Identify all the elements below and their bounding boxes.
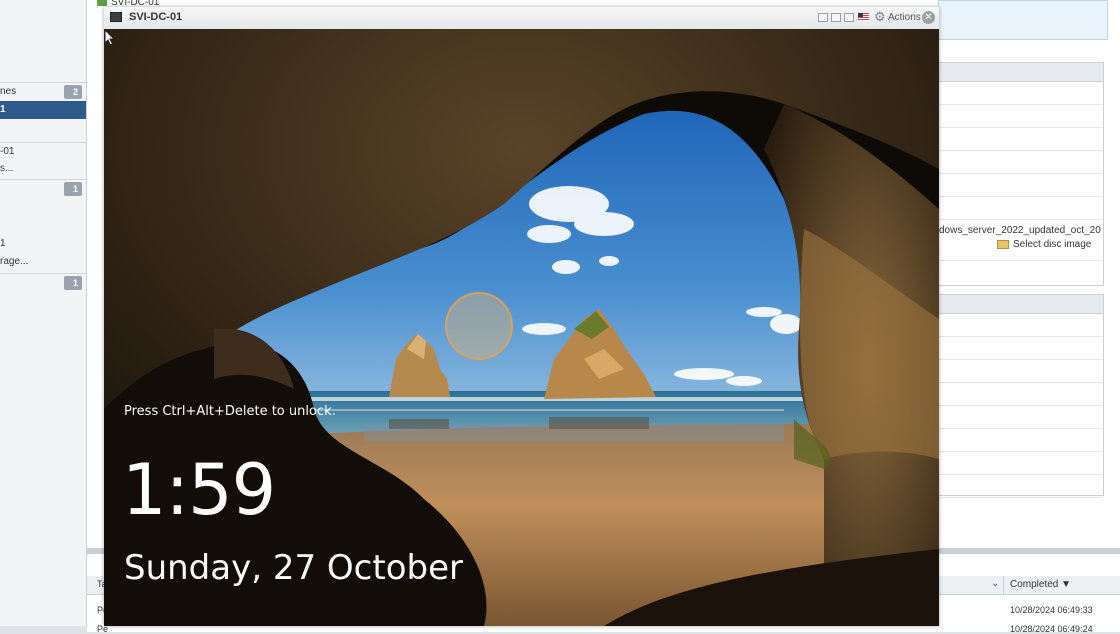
nav-item-label: 1 [0,104,6,115]
nav-item-label: -01 [0,146,15,157]
lock-screen-date: Sunday, 27 October [124,548,463,588]
disc-image-path: dows_server_2022_updated_oct_20 [939,225,1101,236]
console-icon [110,12,122,22]
panel-row [939,128,1103,151]
select-disc-label: Select disc image [1013,239,1092,250]
column-divider [1003,576,1004,594]
fit-window-button[interactable] [831,13,841,22]
nav-item-storage-group[interactable]: 1 [0,273,86,292]
panel-row [939,82,1103,105]
nav-item-label: nes [0,86,17,97]
panel-row [939,383,1103,406]
nav-count-badge: 1 [64,276,82,290]
panel-row [939,406,1103,429]
mouse-pointer-icon [104,29,116,46]
info-banner [938,0,1108,40]
panel-header [939,295,1103,314]
click-highlight-ring [445,292,513,360]
nav-item-vms[interactable]: nes 2 [0,82,86,101]
nav-item-label: s... [0,163,14,174]
nav-item-storage[interactable]: rage... [0,253,86,271]
nav-item-selected-vm[interactable]: 1 [0,101,86,119]
nav-item-network[interactable]: 1 [0,235,86,253]
nav-item-label: rage... [0,256,29,267]
panel-row [939,475,1103,498]
panel-row [939,197,1103,220]
panel-row [939,452,1103,475]
actions-menu[interactable]: Actions [888,12,921,23]
completed-column-header[interactable]: Completed ▼ [1010,579,1071,590]
lock-screen[interactable]: Press Ctrl+Alt+Delete to unlock. 1:59 Su… [104,29,939,626]
inventory-sidebar: nes 2 1 -01 s... 1 1 rage... 1 [0,0,87,626]
cd-drive-row: dows_server_2022_updated_oct_20 Select d… [939,220,1103,261]
disc-folder-icon [997,239,1009,249]
lock-screen-wallpaper [104,29,939,626]
select-disc-image-link[interactable]: Select disc image [939,238,1103,252]
nav-item-group[interactable]: 1 [0,179,86,198]
panel-row [939,314,1103,337]
gear-icon[interactable]: ⚙ [874,9,886,25]
panel-row [939,360,1103,383]
nav-count-badge: 2 [64,85,82,99]
nav-item-label: 1 [0,238,6,249]
fullscreen-button[interactable] [844,13,854,22]
panel-row [939,174,1103,197]
flag-icon[interactable] [858,13,869,21]
panel-row [939,105,1103,128]
lock-screen-clock: 1:59 [122,449,276,531]
remote-console-window[interactable]: SVI-DC-01 ⚙ Actions ✕ Press Ctrl+Alt+Del… [104,7,939,626]
send-keys-button[interactable] [818,13,828,22]
close-icon[interactable]: ✕ [922,11,935,24]
panel-row [939,337,1103,360]
panel-row [939,429,1103,452]
details-panel [938,294,1104,498]
panel-row [939,151,1103,174]
unlock-hint: Press Ctrl+Alt+Delete to unlock. [124,404,336,419]
nav-count-badge: 1 [64,182,82,196]
nav-item-host[interactable]: -01 [0,142,86,161]
vm-power-icon [97,0,107,7]
console-title: SVI-DC-01 [129,11,183,23]
nav-item-more[interactable]: s... [0,160,86,178]
panel-header [939,63,1103,82]
task-completed-time: 10/28/2024 06:49:33 [1010,605,1093,615]
console-titlebar[interactable]: SVI-DC-01 ⚙ Actions ✕ [104,7,939,30]
hardware-panel: dows_server_2022_updated_oct_20 Select d… [938,62,1104,286]
chevron-down-icon[interactable]: ⌄ [991,578,999,589]
